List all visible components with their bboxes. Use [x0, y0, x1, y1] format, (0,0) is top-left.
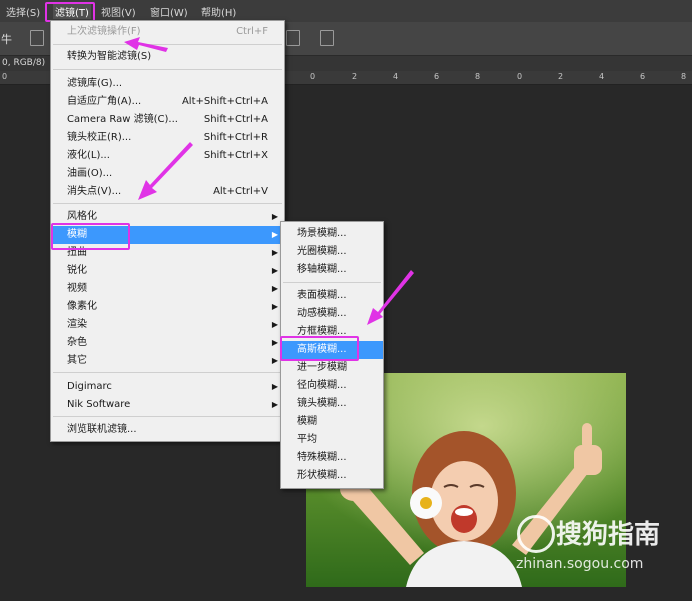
- arrow-to-gaussian-blur-icon: [367, 270, 414, 325]
- arrow-to-blur-icon: [138, 142, 193, 200]
- arrow-to-last-filter-icon: [124, 37, 168, 52]
- annotation-arrows: [124, 37, 414, 325]
